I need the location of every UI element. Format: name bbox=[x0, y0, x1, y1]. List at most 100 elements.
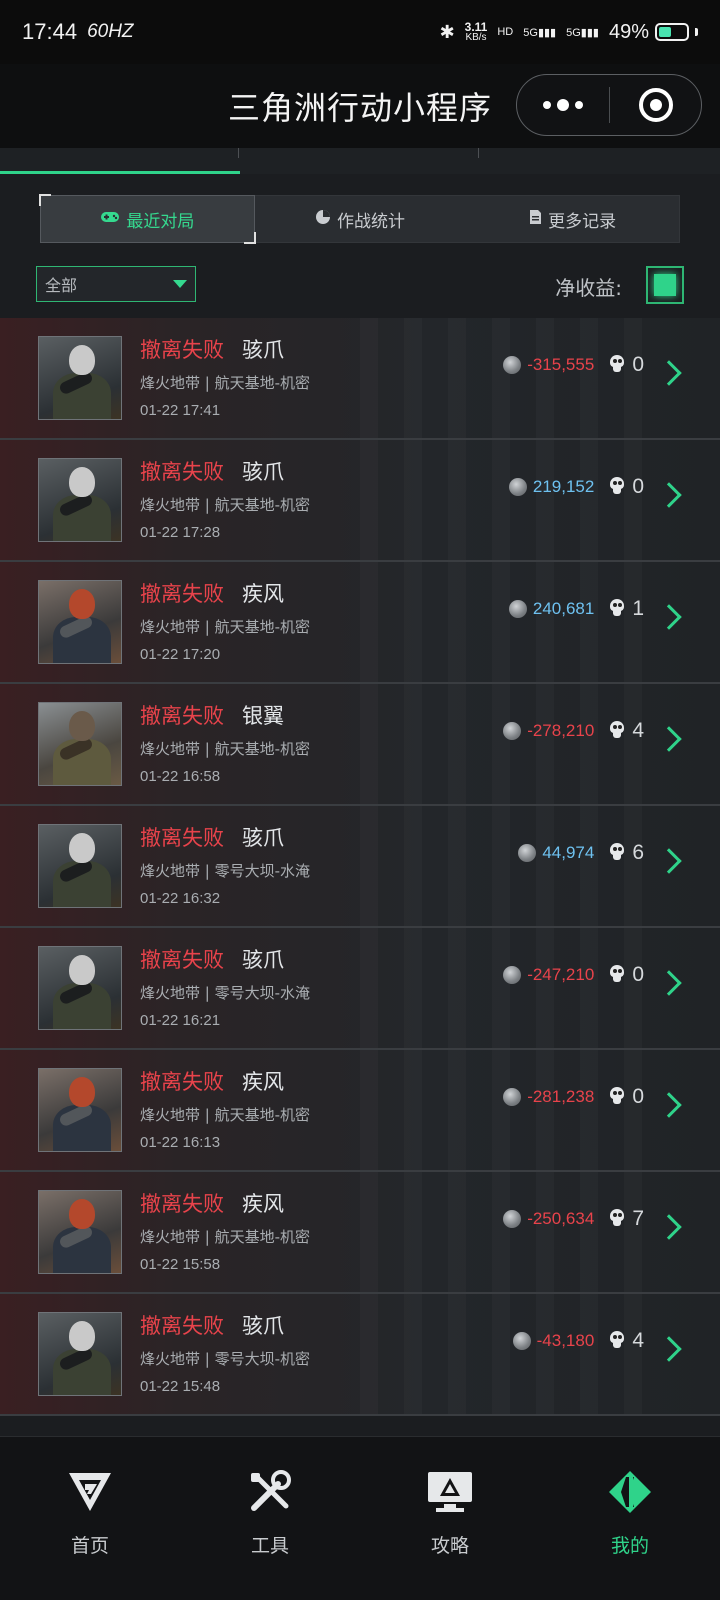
operator-name: 疾风 bbox=[242, 1070, 284, 1094]
net-value: -278,210 bbox=[527, 721, 595, 740]
tools-icon bbox=[245, 1467, 295, 1517]
kill-count: 4 bbox=[632, 719, 644, 742]
match-stats: -247,210 0 bbox=[503, 960, 644, 990]
match-time: 01-22 16:21 bbox=[140, 1012, 221, 1029]
net-value: -250,634 bbox=[527, 1209, 595, 1228]
coin-icon bbox=[503, 1210, 522, 1228]
status-time: 17:44 bbox=[22, 19, 78, 44]
nav-tools[interactable]: 工具 bbox=[180, 1437, 360, 1600]
guide-monitor-icon bbox=[425, 1467, 475, 1517]
battery-percent: 49% bbox=[608, 20, 649, 43]
nav-guide[interactable]: 攻略 bbox=[360, 1437, 540, 1600]
match-stats: -43,180 4 bbox=[512, 1326, 644, 1356]
skull-icon bbox=[608, 965, 626, 985]
skull-icon bbox=[608, 477, 626, 497]
tab-more-records[interactable]: 更多记录 bbox=[466, 196, 679, 242]
match-time: 01-22 17:41 bbox=[140, 402, 221, 419]
pie-chart-icon bbox=[315, 209, 331, 230]
coin-icon bbox=[503, 356, 522, 374]
operator-name: 疾风 bbox=[242, 582, 284, 606]
signal-5g-icon-2: 5G▮▮▮ bbox=[566, 26, 599, 39]
mini-program-header: 三角洲行动小程序 bbox=[0, 64, 720, 148]
chevron-right-icon[interactable] bbox=[656, 1336, 682, 1362]
skull-icon bbox=[608, 1087, 626, 1107]
match-record-row[interactable]: 撤离失败 骇爪 烽火地带 | 零号大坝-水淹 01-22 16:21 -247,… bbox=[0, 928, 720, 1050]
mode-filter-select[interactable]: 全部 bbox=[36, 266, 196, 302]
net-value: -281,238 bbox=[527, 1087, 595, 1106]
kill-count: 1 bbox=[632, 597, 644, 620]
sub-tabs: 最近对局 作战统计 更多记录 bbox=[39, 194, 680, 244]
tab-combat-stats[interactable]: 作战统计 bbox=[254, 196, 467, 242]
operator-avatar bbox=[38, 1068, 122, 1152]
match-time: 01-22 16:13 bbox=[140, 1134, 221, 1151]
match-record-row[interactable]: 撤离失败 疾风 烽火地带 | 航天基地-机密 01-22 15:58 -250,… bbox=[0, 1172, 720, 1294]
match-record-row[interactable]: 撤离失败 骇爪 烽火地带 | 零号大坝-机密 01-22 15:48 -43,1… bbox=[0, 1294, 720, 1416]
match-time: 01-22 17:28 bbox=[140, 524, 221, 541]
home-logo-icon bbox=[65, 1467, 115, 1517]
kill-count: 0 bbox=[632, 353, 644, 376]
close-program-icon[interactable] bbox=[610, 88, 701, 122]
match-stats: -250,634 7 bbox=[503, 1204, 644, 1234]
chevron-right-icon[interactable] bbox=[656, 360, 682, 386]
match-result: 撤离失败 bbox=[140, 338, 224, 362]
status-icons: ✱ 3.11 KB/s HD 5G▮▮▮ 5G▮▮▮ 49% bbox=[440, 21, 698, 44]
match-result: 撤离失败 bbox=[140, 948, 224, 972]
more-options-icon[interactable] bbox=[517, 99, 609, 111]
net-value: -247,210 bbox=[527, 965, 595, 984]
gamepad-icon bbox=[100, 209, 120, 229]
hd-icon: HD bbox=[497, 26, 514, 38]
net-value: 44,974 bbox=[542, 843, 595, 862]
chevron-right-icon[interactable] bbox=[656, 1214, 682, 1240]
operator-name: 疾风 bbox=[242, 1192, 284, 1216]
net-profit-toggle[interactable] bbox=[646, 266, 684, 304]
kill-count: 0 bbox=[632, 963, 644, 986]
operator-avatar bbox=[38, 824, 122, 908]
match-record-row[interactable]: 撤离失败 疾风 烽火地带 | 航天基地-机密 01-22 16:13 -281,… bbox=[0, 1050, 720, 1172]
operator-avatar bbox=[38, 336, 122, 420]
skull-icon bbox=[608, 843, 626, 863]
chevron-right-icon[interactable] bbox=[656, 482, 682, 508]
operator-avatar bbox=[38, 458, 122, 542]
coin-icon bbox=[508, 478, 527, 496]
map-name: 烽火地带 | 航天基地-机密 bbox=[140, 1228, 311, 1246]
match-record-row[interactable]: 撤离失败 骇爪 烽火地带 | 航天基地-机密 01-22 17:28 219,1… bbox=[0, 440, 720, 562]
profile-logo-icon bbox=[605, 1467, 655, 1517]
skull-icon bbox=[608, 1331, 626, 1351]
match-record-row[interactable]: 撤离失败 骇爪 烽火地带 | 零号大坝-水淹 01-22 16:32 44,97… bbox=[0, 806, 720, 928]
active-tab-indicator bbox=[0, 171, 240, 174]
capsule-menu bbox=[516, 74, 702, 136]
match-result: 撤离失败 bbox=[140, 1070, 224, 1094]
battery: 49% bbox=[609, 21, 698, 44]
top-tabs bbox=[0, 148, 720, 174]
bluetooth-icon: ✱ bbox=[439, 21, 455, 42]
match-result: 撤离失败 bbox=[140, 1314, 224, 1338]
match-stats: 44,974 6 bbox=[518, 838, 644, 868]
match-time: 01-22 17:20 bbox=[140, 646, 221, 663]
nav-profile[interactable]: 我的 bbox=[540, 1437, 720, 1600]
signal-5g-icon: 5G▮▮▮ bbox=[523, 26, 557, 39]
map-name: 烽火地带 | 零号大坝-机密 bbox=[140, 1350, 311, 1368]
dropdown-caret-icon bbox=[173, 280, 187, 288]
chevron-right-icon[interactable] bbox=[656, 1092, 682, 1118]
skull-icon bbox=[608, 599, 626, 619]
filter-selected-value: 全部 bbox=[45, 276, 78, 295]
net-value: 219,152 bbox=[532, 477, 595, 496]
operator-name: 骇爪 bbox=[242, 948, 284, 972]
nav-home[interactable]: 首页 bbox=[0, 1437, 180, 1600]
chevron-right-icon[interactable] bbox=[656, 848, 682, 874]
match-stats: 240,681 1 bbox=[508, 594, 644, 624]
chevron-right-icon[interactable] bbox=[656, 726, 682, 752]
operator-avatar bbox=[38, 1190, 122, 1274]
match-stats: -315,555 0 bbox=[503, 350, 644, 380]
chevron-right-icon[interactable] bbox=[656, 604, 682, 630]
chevron-right-icon[interactable] bbox=[656, 970, 682, 996]
match-record-row[interactable]: 撤离失败 骇爪 烽火地带 | 航天基地-机密 01-22 17:41 -315,… bbox=[0, 318, 720, 440]
operator-avatar bbox=[38, 702, 122, 786]
match-record-row[interactable]: 撤离失败 银翼 烽火地带 | 航天基地-机密 01-22 16:58 -278,… bbox=[0, 684, 720, 806]
match-record-row[interactable]: 撤离失败 疾风 烽火地带 | 航天基地-机密 01-22 17:20 240,6… bbox=[0, 562, 720, 684]
tab-recent-matches[interactable]: 最近对局 bbox=[39, 194, 256, 244]
operator-name: 骇爪 bbox=[242, 460, 284, 484]
map-name: 烽火地带 | 零号大坝-水淹 bbox=[140, 984, 311, 1002]
operator-name: 骇爪 bbox=[242, 338, 284, 362]
map-name: 烽火地带 | 航天基地-机密 bbox=[140, 1106, 311, 1124]
